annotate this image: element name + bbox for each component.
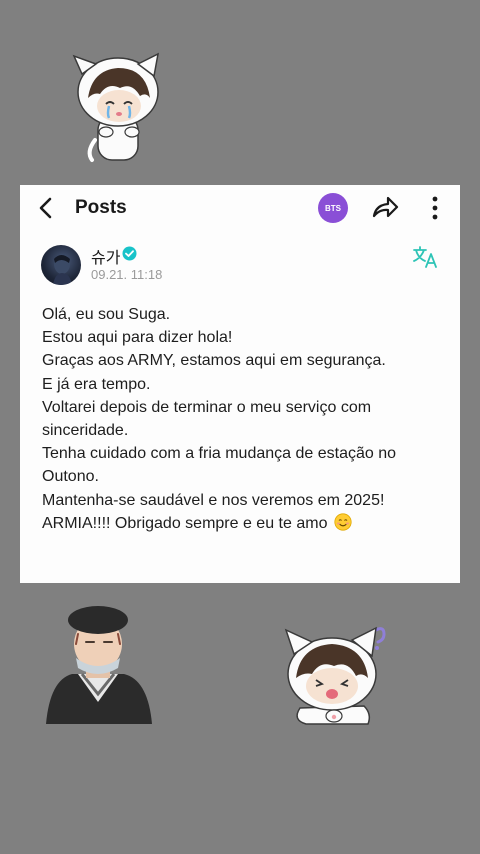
back-button[interactable] [34, 195, 58, 221]
share-arrow-icon [372, 196, 399, 218]
post-text-line: ARMIA!!!! Obrigado sempre e eu te amo [42, 514, 328, 532]
post-text-line: E já era tempo. [42, 375, 151, 393]
post-text-line: Outono. [42, 468, 99, 486]
post-text-line: Olá, eu sou Suga. [42, 306, 171, 323]
translate-button[interactable] [412, 245, 440, 269]
post-author-row: 슈가 09.21. 11:18 [20, 231, 460, 289]
bts-community-badge[interactable]: BTS [318, 193, 348, 223]
post-timestamp: 09.21. 11:18 [91, 267, 163, 282]
crying-chibi-sticker [62, 48, 167, 166]
person-beret-sticker [42, 598, 154, 724]
bts-badge-label: BTS [325, 203, 341, 213]
post-text-line: Tenha cuidado com a fria mudança de esta… [42, 445, 397, 463]
chevron-left-icon [39, 197, 52, 219]
verified-badge-icon [122, 246, 137, 261]
post-text-line: sinceridade. [42, 422, 129, 440]
post-header: Posts BTS [20, 185, 460, 231]
smiling-face-icon [334, 513, 352, 531]
share-button[interactable] [370, 194, 400, 222]
post-text-line: Graças aos ARMY, estamos aqui em seguran… [42, 352, 386, 370]
translate-icon [413, 246, 437, 268]
page-title: Posts [75, 197, 127, 218]
post-text-line: Voltarei depois de terminar o meu serviç… [42, 398, 372, 416]
post-body: Olá, eu sou Suga. Estou aqui para dizer … [42, 303, 442, 535]
post-last-line: ARMIA!!!! Obrigado sempre e eu te amo [42, 512, 442, 535]
avatar[interactable] [41, 245, 81, 285]
author-name[interactable]: 슈가 [91, 244, 120, 268]
post-text-line: Mantenha-se saudável e nos veremos em 20… [42, 491, 385, 509]
more-vertical-icon [432, 196, 438, 220]
post-text-line: Estou aqui para dizer hola! [42, 329, 233, 347]
laughing-chibi-sticker [272, 620, 392, 730]
post-card: Posts BTS 슈가 09.21. 11:18 Olá, eu sou Su… [20, 185, 460, 583]
more-options-button[interactable] [425, 195, 445, 221]
